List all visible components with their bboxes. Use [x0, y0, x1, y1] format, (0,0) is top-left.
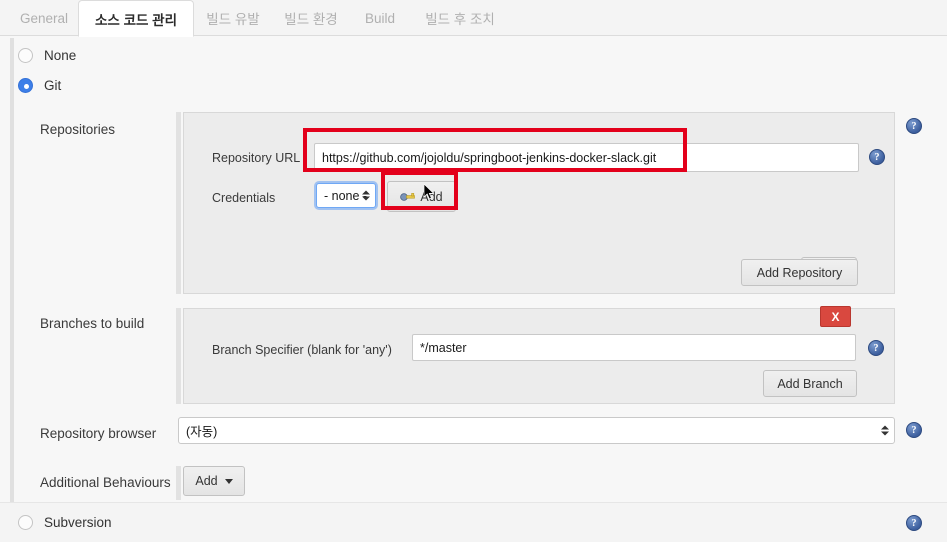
radio-option-none[interactable]: None	[18, 48, 76, 63]
repository-browser-value: (자동)	[186, 425, 218, 439]
tab-source-code-management[interactable]: 소스 코드 관리	[78, 0, 194, 37]
radio-git-input[interactable]	[18, 78, 33, 93]
scm-config-page: None Git Repositories Repository URL htt…	[0, 36, 947, 542]
repository-url-help-icon[interactable]: ?	[869, 149, 885, 165]
additional-behaviours-section-label: Additional Behaviours	[40, 475, 171, 490]
repository-browser-stepper-icon	[880, 423, 889, 438]
credentials-select[interactable]: - none -	[316, 183, 376, 208]
add-repository-button[interactable]: Add Repository	[741, 259, 858, 286]
tab-build-trigger[interactable]: 빌드 유발	[194, 0, 272, 36]
credentials-label: Credentials	[212, 191, 276, 205]
credentials-stepper-icon	[361, 188, 370, 203]
branch-specifier-label: Branch Specifier (blank for 'any')	[212, 343, 392, 357]
repositories-help-icon[interactable]: ?	[906, 118, 922, 134]
radio-subversion-label: Subversion	[44, 515, 112, 530]
tab-bar: General 소스 코드 관리 빌드 유발 빌드 환경 Build 빌드 후 …	[0, 0, 947, 37]
additional-behaviours-add-button[interactable]: Add	[183, 466, 245, 496]
chevron-down-icon	[224, 478, 233, 484]
tab-build-environment[interactable]: 빌드 환경	[272, 0, 350, 36]
radio-git-label: Git	[44, 78, 62, 93]
subversion-help-icon[interactable]: ?	[906, 515, 922, 531]
repository-browser-help-icon[interactable]: ?	[906, 422, 922, 438]
delete-branch-button[interactable]: X	[820, 306, 851, 327]
branches-group-bar	[176, 308, 181, 404]
radio-none-input[interactable]	[18, 48, 33, 63]
repository-browser-section-label: Repository browser	[40, 426, 157, 441]
repositories-group-bar	[176, 112, 181, 294]
repository-url-input[interactable]: https://github.com/jojoldu/springboot-je…	[314, 143, 859, 172]
add-branch-button[interactable]: Add Branch	[763, 370, 857, 397]
tab-post-build-action[interactable]: 빌드 후 조치	[410, 0, 510, 36]
mouse-cursor	[424, 184, 435, 200]
tab-build[interactable]: Build	[350, 0, 410, 36]
tab-general[interactable]: General	[10, 0, 78, 36]
repository-browser-select[interactable]: (자동)	[178, 417, 895, 444]
radio-none-label: None	[44, 48, 77, 63]
radio-option-git[interactable]: Git	[18, 78, 61, 93]
radio-subversion-input[interactable]	[18, 515, 33, 530]
radio-option-subversion[interactable]: Subversion	[18, 515, 112, 530]
branches-section-label: Branches to build	[40, 316, 145, 331]
branch-specifier-input[interactable]: */master	[412, 334, 856, 361]
branch-specifier-help-icon[interactable]: ?	[868, 340, 884, 356]
key-icon	[400, 193, 416, 201]
repository-url-label: Repository URL	[212, 151, 301, 165]
repositories-section-label: Repositories	[40, 122, 116, 137]
additional-behaviours-add-label: Add	[195, 474, 218, 488]
left-accent-bar	[10, 38, 14, 525]
additional-behaviours-group-bar	[176, 466, 181, 500]
add-credentials-button[interactable]: Add	[387, 181, 456, 212]
subversion-row: Subversion ?	[0, 502, 947, 542]
